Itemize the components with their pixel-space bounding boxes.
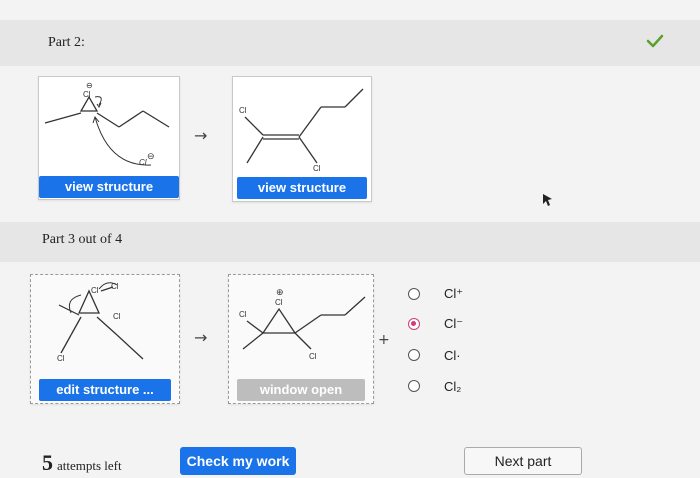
radio-cl-minus[interactable] — [408, 318, 420, 330]
option-cl-minus[interactable]: Cl⁻ — [408, 313, 463, 335]
attempts-count: 5 — [42, 450, 53, 475]
option-cl2[interactable]: Cl₂ — [408, 375, 461, 397]
chem-cl-label: Cl — [91, 286, 99, 295]
chem-cl-label: Cl — [275, 298, 283, 307]
chem-cl-label: Cl — [309, 352, 317, 361]
view-structure-button-1[interactable]: view structure — [39, 176, 179, 198]
part2-header — [0, 20, 700, 66]
radio-cl-plus[interactable] — [408, 288, 420, 300]
chem-cl-label: Cl — [57, 354, 65, 363]
reaction-structure-1: ⊖ Cl Cl ⊖ — [44, 81, 170, 167]
option-cl-plus[interactable]: Cl⁺ — [408, 283, 463, 305]
reaction-product-1: Cl Cl — [239, 88, 364, 173]
reaction-structure-2: Cl Cl Cl Cl — [57, 282, 144, 363]
option-label: Cl₂ — [444, 378, 462, 394]
chem-cl-minus-label: Cl — [139, 158, 147, 167]
option-cl-radical[interactable]: Cl· — [408, 344, 461, 366]
reaction-product-2: ⊕ Cl Cl Cl — [239, 287, 366, 361]
plus-sign: + — [378, 332, 390, 348]
reaction-arrow-1: → — [194, 126, 208, 145]
part2-title: Part 2: — [48, 35, 85, 50]
option-label: Cl⁺ — [444, 286, 464, 301]
mouse-cursor-icon — [543, 194, 552, 206]
radio-cl-radical[interactable] — [408, 349, 420, 361]
window-open-button: window open — [237, 379, 365, 401]
checkmark-icon — [646, 34, 664, 48]
chem-charge-plus: ⊕ — [276, 287, 284, 297]
attempts-counter: 5 attempts left — [42, 450, 122, 476]
next-part-button[interactable]: Next part — [464, 447, 582, 475]
view-structure-button-2[interactable]: view structure — [237, 177, 367, 199]
chem-cl-label: Cl — [239, 106, 247, 115]
chem-cl-label: Cl — [313, 164, 321, 173]
reaction-arrow-2: → — [194, 328, 208, 347]
part2-structure-card-1: ⊖ Cl Cl ⊖ view structure — [38, 76, 180, 200]
option-label: Cl⁻ — [444, 316, 464, 331]
part3-structure-card-1: Cl Cl Cl Cl edit structure ... — [30, 274, 180, 404]
check-my-work-button[interactable]: Check my work — [180, 447, 296, 475]
edit-structure-button[interactable]: edit structure ... — [39, 379, 171, 401]
attempts-text: attempts left — [57, 458, 122, 473]
chem-charge-minus: ⊖ — [86, 81, 93, 90]
option-label: Cl· — [444, 347, 461, 363]
part3-structure-card-2: ⊕ Cl Cl Cl window open — [228, 274, 374, 404]
radio-cl2[interactable] — [408, 380, 420, 392]
chem-charge-minus-2: ⊖ — [147, 151, 155, 161]
part2-structure-card-2: Cl Cl view structure — [232, 76, 372, 202]
part3-title: Part 3 out of 4 — [42, 232, 123, 247]
chem-cl-label: Cl — [239, 310, 247, 319]
chem-cl-label: Cl — [113, 312, 121, 321]
